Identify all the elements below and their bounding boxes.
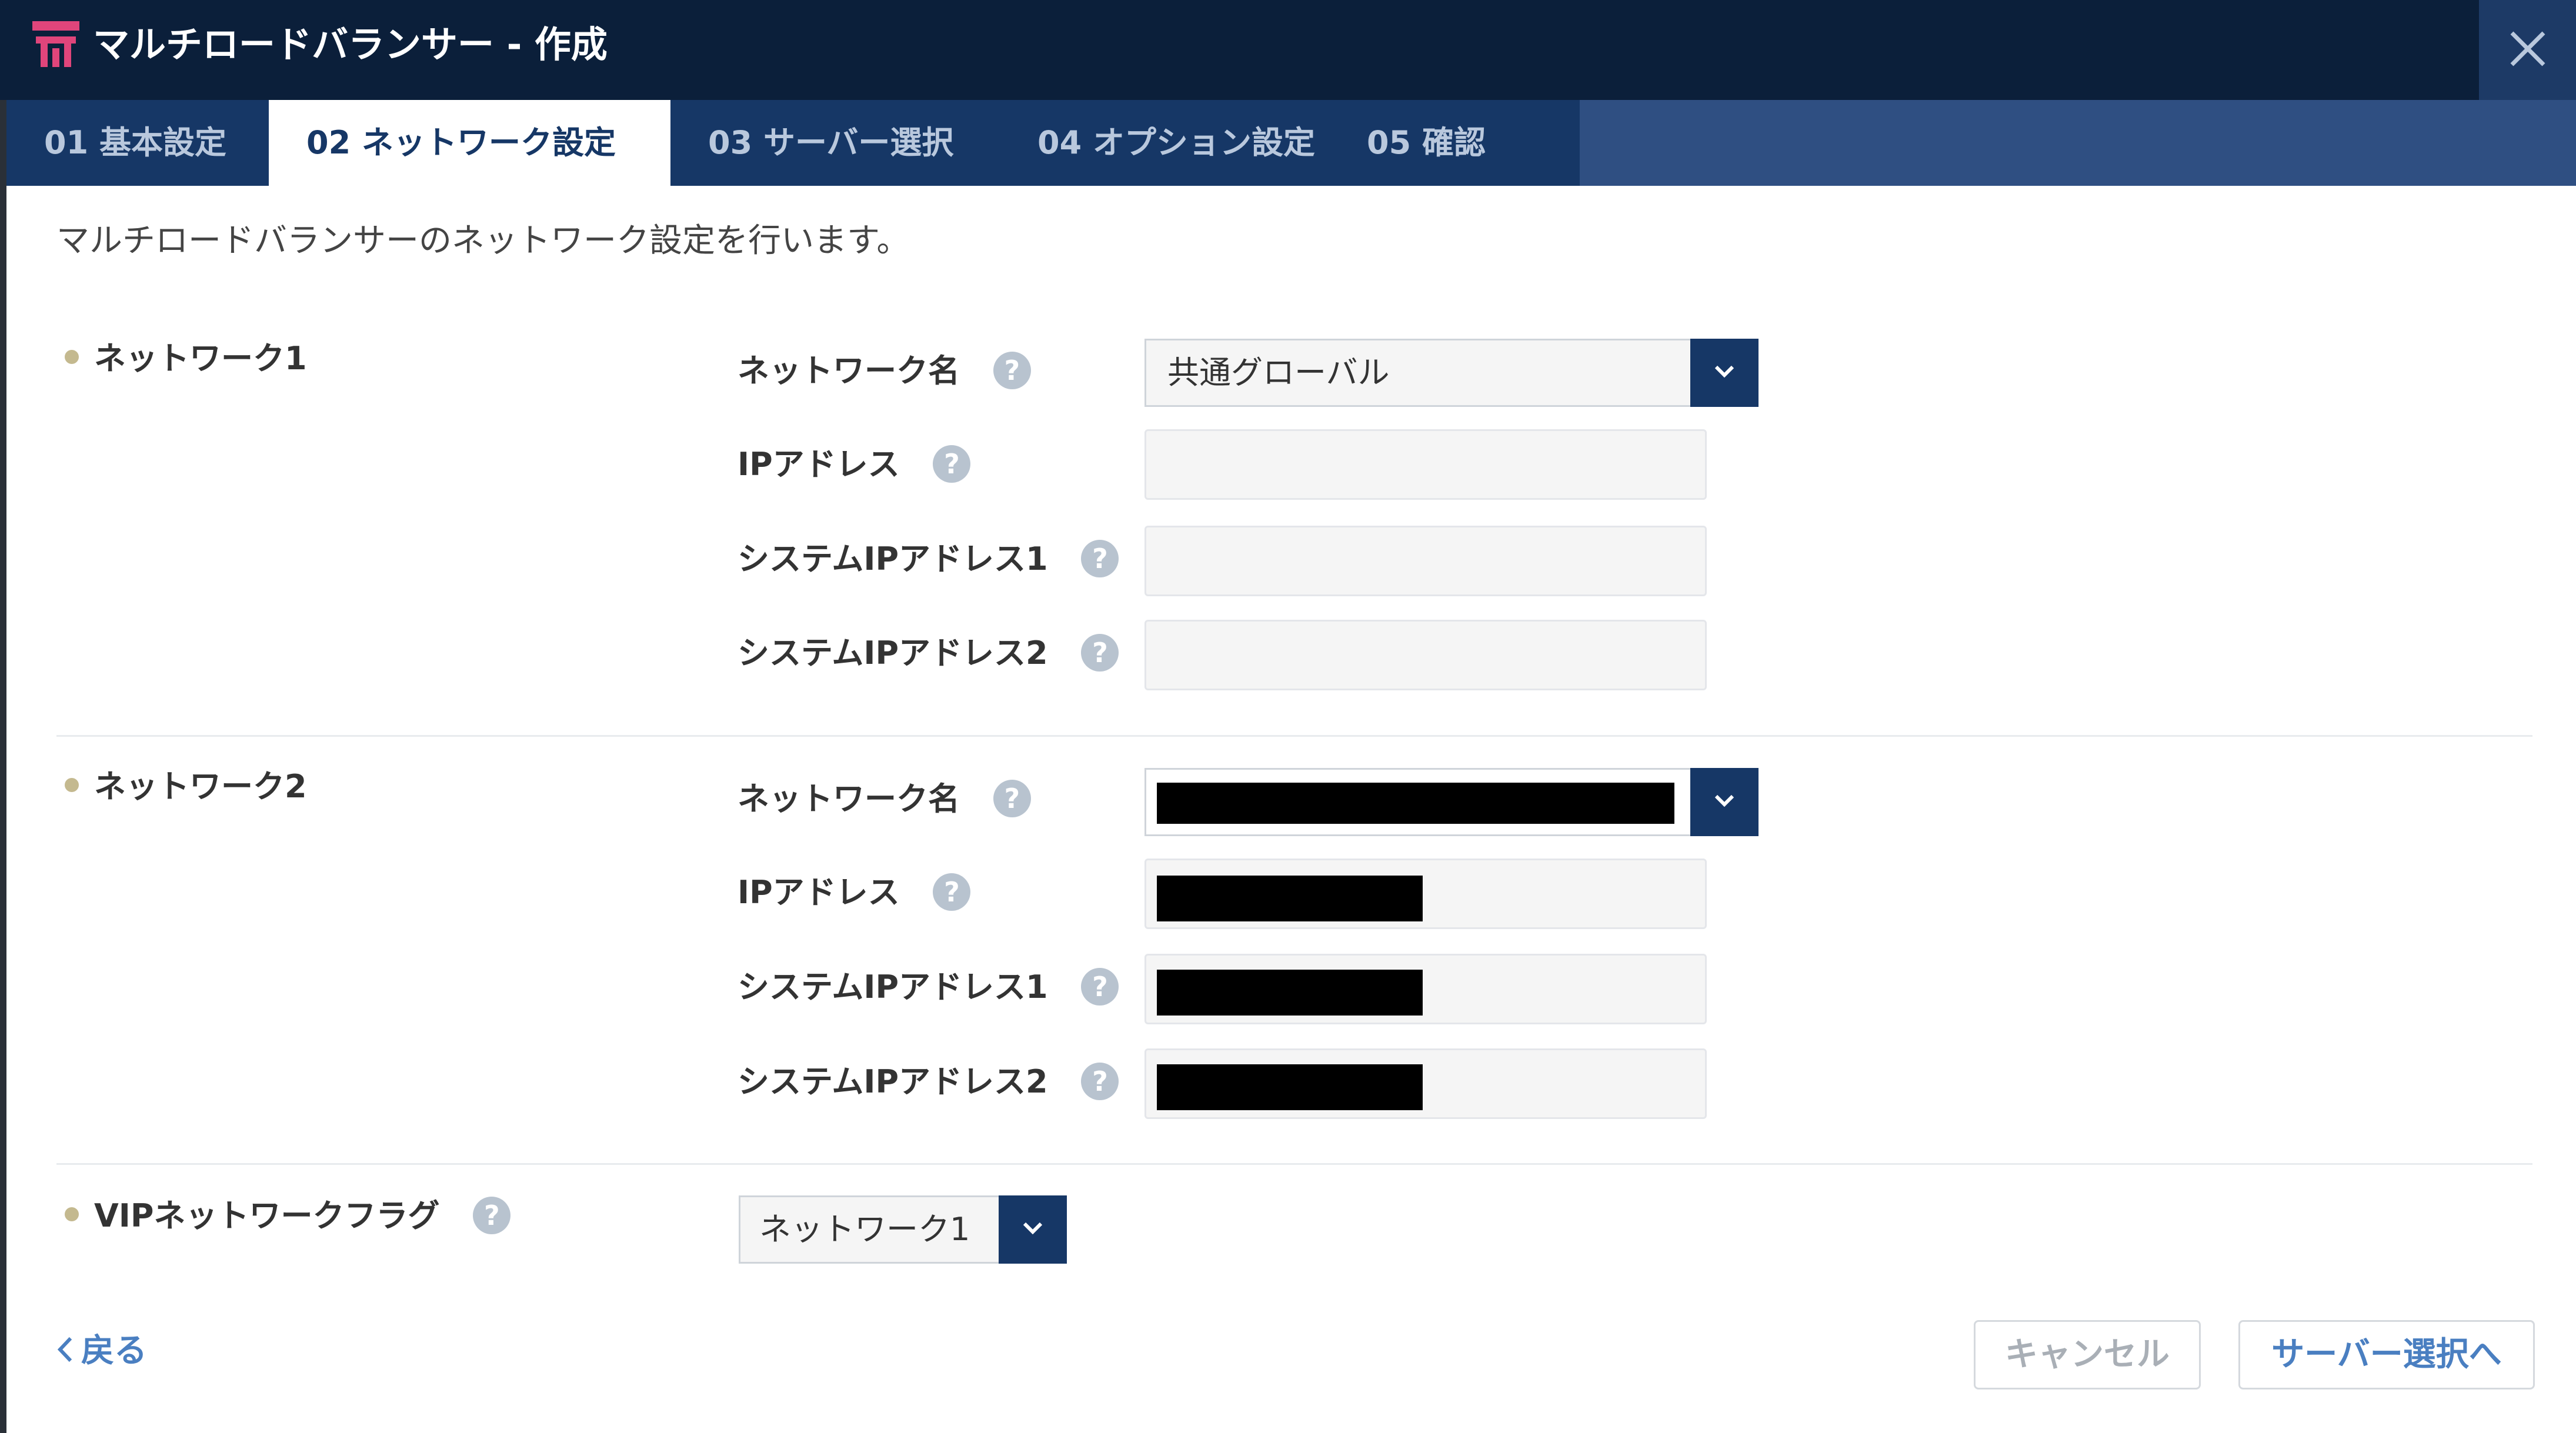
- vip-network-flag-value: ネットワーク1: [759, 1211, 970, 1248]
- dialog-title: マルチロードバランサー - 作成: [93, 23, 608, 66]
- help-icon[interactable]: ?: [1081, 1063, 1119, 1101]
- network2-section-title: ネットワーク2: [65, 763, 307, 810]
- vip-network-flag-label: VIPネットワークフラグ ?: [65, 1193, 511, 1240]
- help-icon[interactable]: ?: [1081, 540, 1119, 578]
- network2-ip-label: IPアドレス ?: [738, 869, 971, 916]
- network2-system-ip2-label: システムIPアドレス2 ?: [738, 1058, 1119, 1105]
- network2-system-ip1-label: システムIPアドレス1 ?: [738, 964, 1119, 1011]
- network1-system-ip2-input[interactable]: [1144, 620, 1707, 690]
- chevron-left-icon: [57, 1337, 72, 1362]
- bullet-icon: [65, 350, 79, 365]
- network1-name-label: ネットワーク名 ?: [738, 348, 1031, 395]
- close-button[interactable]: [2479, 0, 2576, 100]
- network2-ip-input[interactable]: [1144, 859, 1707, 929]
- section-divider: [56, 735, 2532, 737]
- network1-system-ip1-label: システムIPアドレス1 ?: [738, 536, 1119, 583]
- redacted-value: [1157, 876, 1423, 921]
- close-icon: [2510, 31, 2545, 66]
- network2-name-dropdown-button[interactable]: [1690, 768, 1759, 836]
- network2-system-ip2-input[interactable]: [1144, 1048, 1707, 1119]
- next-server-selection-button[interactable]: サーバー選択へ: [2238, 1320, 2535, 1389]
- tab-network-settings[interactable]: 02 ネットワーク設定: [269, 100, 670, 186]
- back-link[interactable]: 戻る: [56, 1328, 147, 1375]
- network1-name-select[interactable]: 共通グローバル: [1144, 339, 1759, 407]
- step-tabs: 01 基本設定 02 ネットワーク設定 03 サーバー選択 04 オプション設定…: [6, 100, 2576, 186]
- bullet-icon: [65, 1207, 79, 1222]
- help-icon[interactable]: ?: [1081, 634, 1119, 672]
- tab-basic-settings[interactable]: 01 基本設定: [6, 100, 269, 186]
- network1-name-value: 共通グローバル: [1167, 354, 1390, 391]
- help-icon[interactable]: ?: [993, 780, 1031, 818]
- section-divider: [56, 1163, 2532, 1165]
- chevron-down-icon: [1023, 1222, 1043, 1235]
- tab-confirm[interactable]: 05 確認: [1329, 100, 1580, 186]
- network1-section-title: ネットワーク1: [65, 335, 307, 382]
- network2-system-ip1-input[interactable]: [1144, 954, 1707, 1024]
- redacted-value: [1157, 1064, 1423, 1110]
- cancel-button[interactable]: キャンセル: [1974, 1320, 2201, 1389]
- help-icon[interactable]: ?: [473, 1197, 511, 1235]
- redacted-value: [1157, 970, 1423, 1016]
- dialog-window: マルチロードバランサー - 作成 01 基本設定 02 ネットワーク設定 03 …: [0, 0, 2576, 1433]
- network1-system-ip2-label: システムIPアドレス2 ?: [738, 630, 1119, 677]
- vip-network-flag-dropdown-button[interactable]: [999, 1195, 1067, 1264]
- load-balancer-logo-icon: [32, 21, 79, 67]
- help-icon[interactable]: ?: [993, 352, 1031, 390]
- network1-ip-input[interactable]: [1144, 429, 1707, 500]
- tab-server-selection[interactable]: 03 サーバー選択: [670, 100, 1000, 186]
- network1-ip-label: IPアドレス ?: [738, 441, 971, 488]
- title-bar: マルチロードバランサー - 作成: [0, 0, 2576, 100]
- vip-network-flag-select[interactable]: ネットワーク1: [739, 1195, 1067, 1264]
- intro-text: マルチロードバランサーのネットワーク設定を行います。: [56, 222, 910, 260]
- bullet-icon: [65, 778, 79, 793]
- network1-system-ip1-input[interactable]: [1144, 526, 1707, 596]
- tab-option-settings[interactable]: 04 オプション設定: [1000, 100, 1329, 186]
- network2-name-select[interactable]: [1144, 768, 1759, 836]
- help-icon[interactable]: ?: [933, 873, 971, 911]
- network1-name-dropdown-button[interactable]: [1690, 339, 1759, 407]
- redacted-value: [1157, 783, 1674, 824]
- help-icon[interactable]: ?: [1081, 968, 1119, 1006]
- network2-name-label: ネットワーク名 ?: [738, 776, 1031, 823]
- chevron-down-icon: [1714, 365, 1734, 378]
- help-icon[interactable]: ?: [933, 445, 971, 483]
- background-edge: [0, 0, 6, 1433]
- chevron-down-icon: [1714, 794, 1734, 807]
